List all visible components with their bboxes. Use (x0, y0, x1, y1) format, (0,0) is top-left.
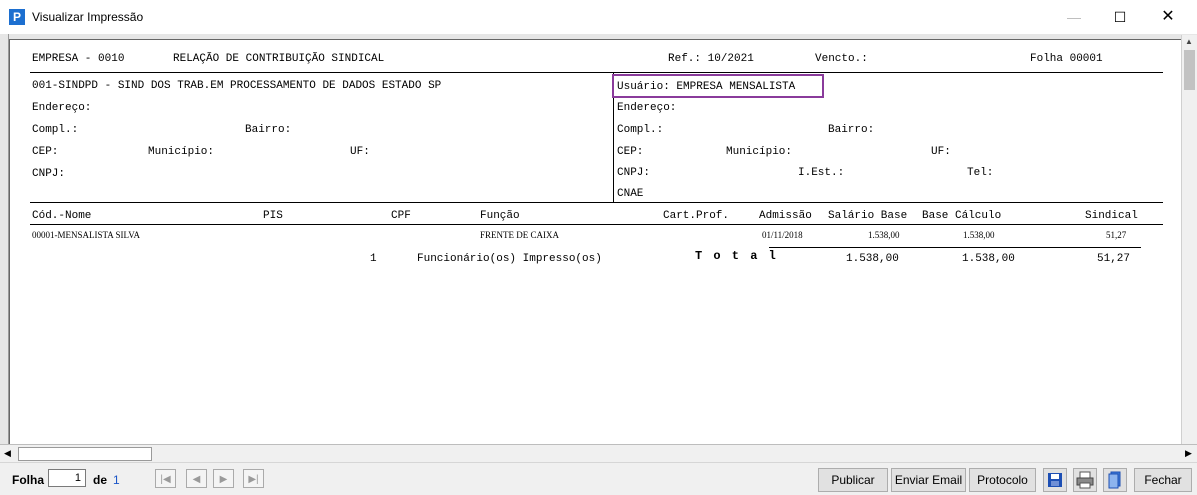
col-sindical: Sindical (1085, 210, 1138, 222)
row-funcao: FRENTE DE CAIXA (480, 230, 559, 240)
total-sindical: 51,27 (1097, 253, 1131, 265)
block-bottom-divider (30, 202, 1163, 203)
report-page: EMPRESA - 0010 RELAÇÃO DE CONTRIBUIÇÃO S… (9, 39, 1181, 445)
folha-number: Folha 00001 (1030, 53, 1103, 65)
next-page-icon[interactable]: ▶ (213, 469, 234, 488)
folha-label: Folha (12, 473, 44, 487)
row-salario-base: 1.538,00 (868, 230, 900, 240)
usuario-cnpj: CNPJ: (617, 167, 651, 179)
protocolo-button[interactable]: Protocolo (969, 468, 1036, 492)
row-sindical: 51,27 (1106, 230, 1127, 240)
empresa-code: EMPRESA - 0010 (32, 53, 125, 65)
usuario-uf: UF: (931, 146, 951, 158)
sindicato-name: 001-SINDPD - SIND DOS TRAB.EM PROCESSAME… (32, 80, 442, 92)
columns-divider (30, 224, 1163, 225)
usuario-cep: CEP: (617, 146, 644, 158)
last-page-icon[interactable]: ▶| (243, 469, 264, 488)
row-base-calculo: 1.538,00 (963, 230, 995, 240)
left-gutter (0, 34, 9, 444)
sindicato-bairro: Bairro: (245, 124, 292, 136)
horizontal-scrollbar[interactable]: ◀ ▶ (0, 444, 1197, 462)
enviar-email-button[interactable]: Enviar Email (891, 468, 966, 492)
usuario-iest: I.Est.: (798, 167, 845, 179)
close-window-button[interactable]: ✕ (1146, 5, 1190, 29)
save-button[interactable] (1043, 468, 1067, 492)
horizontal-scroll-thumb[interactable] (18, 447, 152, 461)
report-title: RELAÇÃO DE CONTRIBUIÇÃO SINDICAL (173, 53, 385, 65)
col-cpf: CPF (391, 210, 411, 222)
col-cod-nome: Cód.-Nome (32, 210, 92, 222)
usuario-cnae: CNAE (617, 188, 644, 200)
window-title: Visualizar Impressão (32, 10, 144, 24)
sindicato-uf: UF: (350, 146, 370, 158)
total-count-label: Funcionário(os) Impresso(os) (417, 253, 602, 265)
usuario-name: Usuário: EMPRESA MENSALISTA (617, 81, 796, 93)
document-stack-icon (1108, 471, 1121, 489)
de-label: de (93, 473, 108, 487)
fechar-button[interactable]: Fechar (1134, 468, 1192, 492)
scroll-up-icon[interactable]: ▲ (1185, 37, 1193, 46)
vertical-scrollbar[interactable]: ▲ (1181, 35, 1197, 444)
total-label: T o t a l (695, 249, 778, 263)
page-number-input[interactable]: 1 (48, 469, 86, 487)
minimize-button[interactable]: — (1052, 5, 1096, 29)
printer-icon (1076, 471, 1094, 489)
sindicato-municipio: Município: (148, 146, 215, 158)
col-base-calculo: Base Cálculo (922, 210, 1002, 222)
row-cod-nome: 00001-MENSALISTA SILVA (32, 230, 141, 240)
maximize-button[interactable]: ☐ (1098, 5, 1142, 29)
total-count: 1 (370, 253, 377, 265)
vencto-label: Vencto.: (815, 53, 868, 65)
row-admissao: 01/11/2018 (762, 230, 803, 240)
floppy-disk-icon (1048, 473, 1062, 487)
usuario-municipio: Município: (726, 146, 793, 158)
scroll-left-icon[interactable]: ◀ (4, 448, 11, 459)
print-button[interactable] (1073, 468, 1097, 492)
scroll-right-icon[interactable]: ▶ (1185, 448, 1192, 459)
totals-divider (769, 247, 1141, 248)
usuario-tel: Tel: (967, 167, 994, 179)
first-page-icon[interactable]: |◀ (155, 469, 176, 488)
col-pis: PIS (263, 210, 283, 222)
usuario-bairro: Bairro: (828, 124, 875, 136)
col-funcao: Função (480, 210, 520, 222)
total-salario-base: 1.538,00 (846, 253, 899, 265)
preview-toolbar: Folha 1 de 1 |◀ ◀ ▶ ▶| Publicar Enviar E… (0, 462, 1197, 495)
vertical-scroll-thumb[interactable] (1184, 50, 1195, 90)
sindicato-endereco: Endereço: (32, 102, 92, 114)
usuario-endereco: Endereço: (617, 102, 677, 114)
sindicato-cep: CEP: (32, 146, 59, 158)
document-button[interactable] (1103, 468, 1127, 492)
sindicato-cnpj: CNPJ: (32, 168, 66, 180)
header-divider (30, 72, 1163, 73)
col-admissao: Admissão (759, 210, 812, 222)
publicar-button[interactable]: Publicar (818, 468, 888, 492)
total-base-calculo: 1.538,00 (962, 253, 1015, 265)
app-icon: P (9, 9, 25, 25)
col-salario-base: Salário Base (828, 210, 908, 222)
window-titlebar: P Visualizar Impressão — ☐ ✕ (0, 0, 1197, 34)
page-total: 1 (113, 473, 120, 487)
col-cart-prof: Cart.Prof. (663, 210, 730, 222)
sindicato-compl: Compl.: (32, 124, 79, 136)
previous-page-icon[interactable]: ◀ (186, 469, 207, 488)
usuario-compl: Compl.: (617, 124, 664, 136)
ref-period: Ref.: 10/2021 (668, 53, 754, 65)
